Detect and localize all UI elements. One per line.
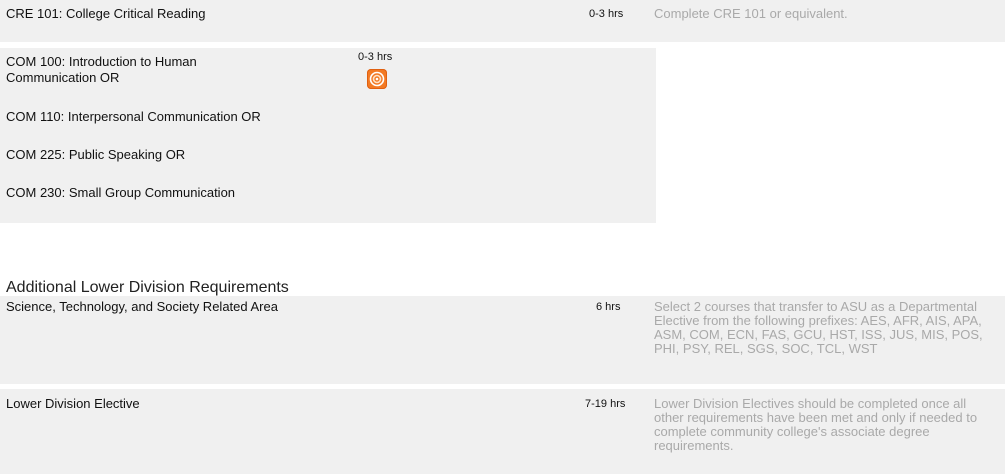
course-hours: 0-3 hrs [589, 8, 624, 20]
cre-row: CRE 101: College Critical Reading 0-3 hr… [0, 0, 1005, 42]
course-hours: 7-19 hrs [585, 398, 626, 410]
course-note: Select 2 courses that transfer to ASU as… [654, 299, 983, 356]
course-option: COM 110: Interpersonal Communication OR [6, 109, 261, 124]
course-name: Lower Division Elective [6, 396, 140, 411]
com-row: COM 100: Introduction to Human Communica… [0, 48, 656, 223]
course-note: Complete CRE 101 or equivalent. [654, 6, 848, 21]
course-option: COM 225: Public Speaking OR [6, 147, 186, 162]
course-name: CRE 101: College Critical Reading [6, 6, 206, 21]
course-option: COM 100: Introduction to Human Communica… [6, 54, 197, 85]
course-hours: 0-3 hrs [358, 51, 393, 63]
requirement-row: Lower Division Elective 7-19 hrs Lower D… [0, 389, 1005, 474]
requirement-row: Science, Technology, and Society Related… [0, 296, 1005, 384]
section-title: Additional Lower Division Requirements [6, 279, 289, 296]
orange-swirl-icon[interactable] [367, 69, 387, 89]
course-note: Lower Division Electives should be compl… [654, 396, 978, 453]
course-name: Science, Technology, and Society Related… [6, 299, 278, 314]
course-option: COM 230: Small Group Communication [6, 185, 236, 200]
course-hours: 6 hrs [596, 301, 621, 313]
